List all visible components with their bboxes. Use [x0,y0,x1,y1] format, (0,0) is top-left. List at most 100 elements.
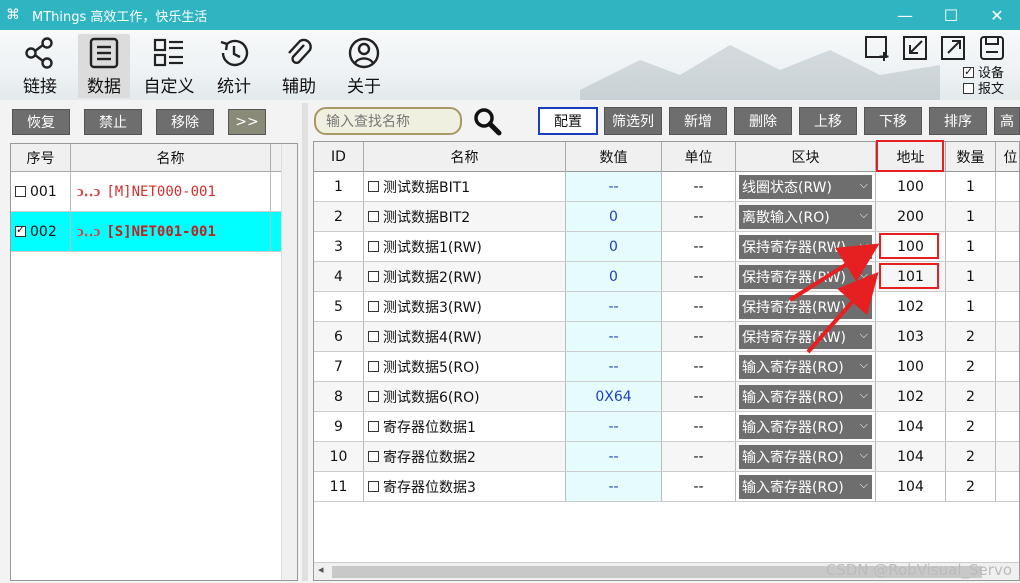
import-icon[interactable] [902,34,930,62]
cell-value[interactable]: 0 [566,262,662,291]
add-window-icon[interactable] [864,34,892,62]
cell-address[interactable]: 104 [876,472,946,501]
area-dropdown[interactable]: 保持寄存器(RW) ⌵ [739,234,872,259]
move-up-button[interactable]: 上移 [799,107,857,135]
area-dropdown[interactable]: 保持寄存器(RW) ⌵ [739,294,872,319]
column-header[interactable]: 序号 [11,144,71,171]
cell-value[interactable]: -- [566,472,662,501]
cell-quantity[interactable]: 1 [946,262,996,291]
cell-value[interactable]: -- [566,292,662,321]
area-dropdown[interactable]: 保持寄存器(RW) ⌵ [739,264,872,289]
nav-about[interactable]: 关于 [338,34,390,98]
sort-button[interactable]: 排序 [929,107,987,135]
column-header[interactable]: 单位 [662,142,736,172]
row-checkbox[interactable] [15,223,26,237]
device-checkbox[interactable] [962,64,974,80]
area-dropdown[interactable]: 离散输入(RO) ⌵ [739,204,872,229]
area-dropdown[interactable]: 保持寄存器(RW) ⌵ [739,324,872,349]
search-icon[interactable] [472,106,502,136]
maximize-button[interactable]: ☐ [928,0,974,30]
panel-splitter[interactable] [302,103,308,581]
vertical-scrollbar[interactable] [281,144,297,580]
device-option[interactable]: 设备 [962,64,1004,82]
area-dropdown[interactable]: 输入寄存器(RO) ⌵ [739,474,872,499]
advanced-button[interactable]: 高 [994,107,1020,135]
column-header[interactable]: 名称 [71,144,271,171]
row-checkbox[interactable] [368,451,379,462]
cell-quantity[interactable]: 2 [946,322,996,351]
cell-quantity[interactable]: 2 [946,382,996,411]
nav-data[interactable]: 数据 [78,34,130,98]
column-header[interactable]: 数量 [946,142,996,172]
table-row[interactable]: 5 测试数据3(RW) -- -- 保持寄存器(RW) ⌵ 102 1 [314,292,1019,322]
cell-quantity[interactable]: 1 [946,202,996,231]
cell-address[interactable]: 102 [876,382,946,411]
remove-button[interactable]: 移除 [156,109,214,135]
row-checkbox[interactable] [368,481,379,492]
table-row[interactable]: 11 寄存器位数据3 -- -- 输入寄存器(RO) ⌵ 104 2 [314,472,1019,502]
close-button[interactable]: ✕ [974,0,1020,30]
row-checkbox[interactable] [368,391,379,402]
config-button[interactable]: 配置 [538,107,598,135]
row-checkbox[interactable] [368,181,379,192]
export-icon[interactable] [940,34,968,62]
area-dropdown[interactable]: 输入寄存器(RO) ⌵ [739,444,872,469]
area-dropdown[interactable]: 输入寄存器(RO) ⌵ [739,414,872,439]
cell-value[interactable]: -- [566,442,662,471]
table-row[interactable]: 8 测试数据6(RO) 0X64 -- 输入寄存器(RO) ⌵ 102 2 [314,382,1019,412]
cell-quantity[interactable]: 2 [946,352,996,381]
cell-value[interactable]: 0 [566,232,662,261]
cell-value[interactable]: 0 [566,202,662,231]
device-row[interactable]: 002 ↄ‥ↄ [S]NET001-001 [11,212,297,252]
area-dropdown[interactable]: 线圈状态(RW) ⌵ [739,174,872,199]
cell-value[interactable]: -- [566,352,662,381]
filter-columns-button[interactable]: 筛选列 [604,107,662,135]
cell-quantity[interactable]: 2 [946,472,996,501]
row-checkbox[interactable] [368,211,379,222]
table-row[interactable]: 1 测试数据BIT1 -- -- 线圈状态(RW) ⌵ 100 1 [314,172,1019,202]
cell-value[interactable]: -- [566,172,662,201]
cell-value[interactable]: -- [566,412,662,441]
add-button[interactable]: 新增 [669,107,727,135]
cell-address[interactable]: 103 [876,322,946,351]
scroll-left-icon[interactable]: ◂ [318,563,324,576]
nav-assist[interactable]: 辅助 [273,34,325,98]
row-checkbox[interactable] [368,241,379,252]
area-dropdown[interactable]: 输入寄存器(RO) ⌵ [739,354,872,379]
cell-quantity[interactable]: 1 [946,232,996,261]
area-dropdown[interactable]: 输入寄存器(RO) ⌵ [739,384,872,409]
table-row[interactable]: 2 测试数据BIT2 0 -- 离散输入(RO) ⌵ 200 1 [314,202,1019,232]
column-header[interactable]: ID [314,142,364,172]
column-header[interactable]: 数值 [566,142,662,172]
row-checkbox[interactable] [368,361,379,372]
save-icon[interactable] [978,34,1006,62]
cell-quantity[interactable]: 1 [946,292,996,321]
message-option[interactable]: 报文 [962,82,1004,98]
table-row[interactable]: 10 寄存器位数据2 -- -- 输入寄存器(RO) ⌵ 104 2 [314,442,1019,472]
row-checkbox[interactable] [368,271,379,282]
disable-button[interactable]: 禁止 [84,109,142,135]
column-header[interactable]: 位 [996,142,1019,172]
cell-address[interactable]: 104 [876,442,946,471]
cell-quantity[interactable]: 2 [946,442,996,471]
nav-statistics[interactable]: 统计 [208,34,260,98]
row-checkbox[interactable] [368,301,379,312]
minimize-button[interactable]: — [882,0,928,30]
search-input[interactable]: 输入查找名称 [314,107,462,135]
cell-address[interactable]: 104 [876,412,946,441]
move-down-button[interactable]: 下移 [864,107,922,135]
cell-quantity[interactable]: 2 [946,412,996,441]
column-header[interactable]: 名称 [364,142,566,172]
cell-value[interactable]: -- [566,322,662,351]
row-checkbox[interactable] [15,186,26,197]
restore-button[interactable]: 恢复 [12,109,70,135]
table-row[interactable]: 6 测试数据4(RW) -- -- 保持寄存器(RW) ⌵ 103 2 [314,322,1019,352]
column-header[interactable]: 区块 [736,142,876,172]
message-checkbox[interactable] [962,83,974,94]
cell-address[interactable]: 200 [876,202,946,231]
table-row[interactable]: 7 测试数据5(RO) -- -- 输入寄存器(RO) ⌵ 100 2 [314,352,1019,382]
row-checkbox[interactable] [368,331,379,342]
device-row[interactable]: 001 ↄ‥ↄ [M]NET000-001 [11,172,297,212]
nav-link[interactable]: 链接 [14,34,66,98]
cell-address[interactable]: 100 [876,172,946,201]
